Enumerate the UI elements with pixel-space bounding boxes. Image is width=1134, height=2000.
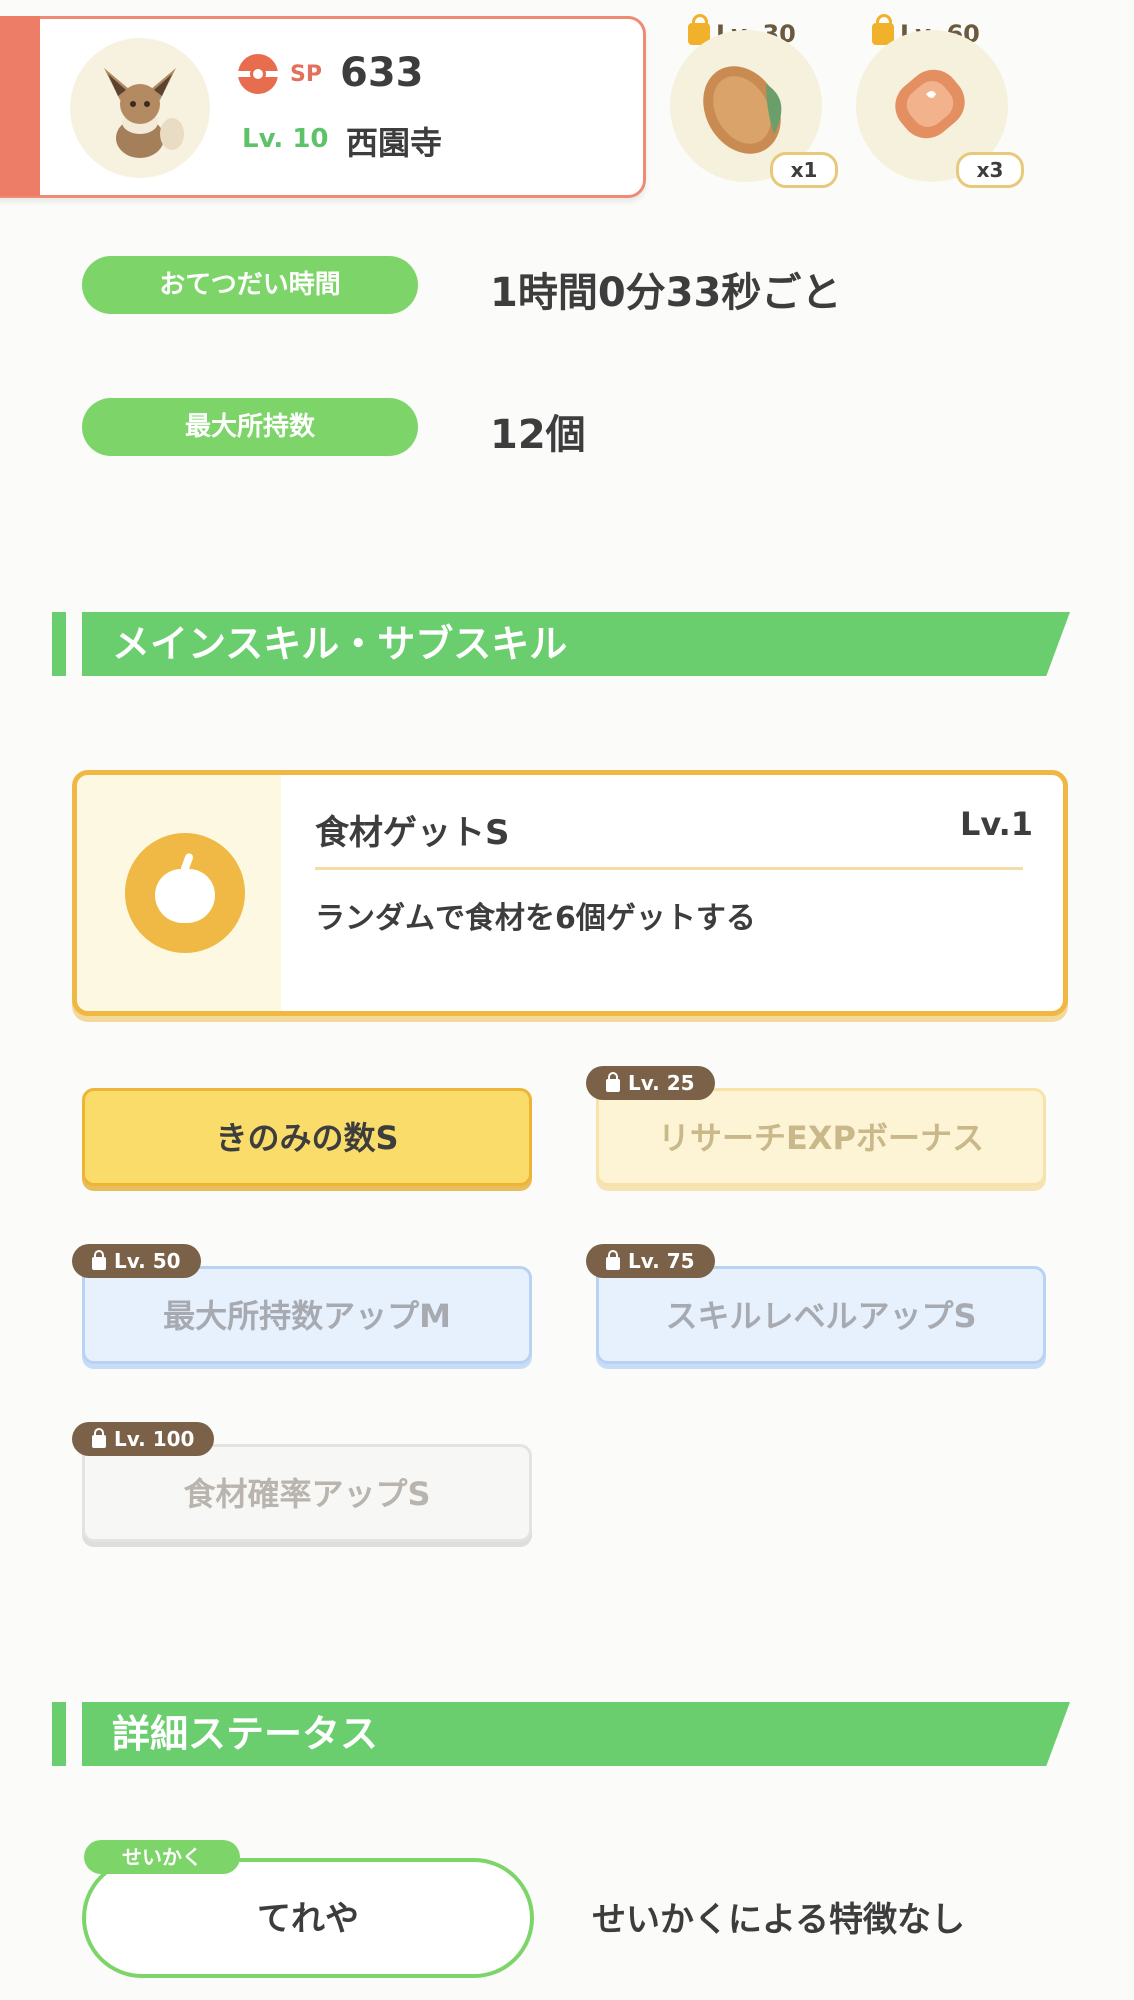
main-skill-card[interactable]: 食材ゲットS Lv.1 ランダムで食材を6個ゲットする — [72, 770, 1068, 1016]
lock-icon — [92, 1249, 106, 1270]
apple-icon — [155, 869, 215, 923]
main-skill-name: 食材ゲットS — [315, 813, 510, 853]
skill-divider — [315, 867, 1023, 870]
sub-skill-lock-level: Lv. 50 — [114, 1249, 181, 1273]
lock-icon — [92, 1427, 106, 1448]
eevee-icon — [104, 68, 184, 158]
pokemon-level: Lv. 10 — [242, 124, 329, 154]
lock-icon — [606, 1249, 620, 1270]
sub-skill-lock-level: Lv. 25 — [628, 1071, 695, 1095]
main-skill-level: Lv.1 — [959, 805, 1033, 843]
pokemon-avatar — [70, 38, 210, 178]
nature-box[interactable]: てれや — [82, 1858, 534, 1978]
sub-skill-button[interactable]: きのみの数S — [82, 1088, 532, 1186]
main-skill-icon-circle — [125, 833, 245, 953]
help-time-value: 1時間0分33秒ごと — [490, 270, 842, 316]
max-carry-label: 最大所持数 — [82, 398, 418, 456]
sub-skill-button-locked[interactable]: 最大所持数アップM — [82, 1266, 532, 1364]
ingredient-count: x1 — [770, 152, 838, 188]
sub-skill-button-locked[interactable]: 食材確率アップS — [82, 1444, 532, 1542]
sub-skill-lock-level: Lv. 100 — [114, 1427, 195, 1451]
lock-icon — [606, 1071, 620, 1092]
details-section-title: 詳細ステータス — [112, 1712, 379, 1756]
sub-skill-button-locked[interactable]: リサーチEXPボーナス — [596, 1088, 1046, 1186]
sub-skill-lock-level: Lv. 75 — [628, 1249, 695, 1273]
main-skill-icon-panel — [77, 775, 281, 1011]
sub-skill-lock-badge: Lv. 50 — [72, 1244, 201, 1278]
main-skill-description: ランダムで食材を6個ゲットする — [315, 901, 756, 936]
help-time-label: おてつだい時間 — [82, 256, 418, 314]
nature-description: せいかくによる特徴なし — [592, 1900, 965, 1940]
sub-skill-lock-badge: Lv. 25 — [586, 1066, 715, 1100]
ingredient-count: x3 — [956, 152, 1024, 188]
sp-label: SP — [290, 62, 322, 87]
header-accent-stripe — [0, 16, 40, 196]
nature-tag: せいかく — [84, 1840, 240, 1874]
pokeball-icon — [238, 54, 278, 94]
pokemon-name: 西園寺 — [346, 124, 443, 162]
max-carry-value: 12個 — [490, 412, 586, 458]
sp-value: 633 — [340, 50, 424, 96]
section-tab-marker — [52, 1702, 66, 1766]
skills-section-title: メインスキル・サブスキル — [112, 622, 568, 666]
sub-skill-lock-badge: Lv. 75 — [586, 1244, 715, 1278]
sub-skill-button-locked[interactable]: スキルレベルアップS — [596, 1266, 1046, 1364]
sub-skill-lock-badge: Lv. 100 — [72, 1422, 215, 1456]
section-tab-marker — [52, 612, 66, 676]
